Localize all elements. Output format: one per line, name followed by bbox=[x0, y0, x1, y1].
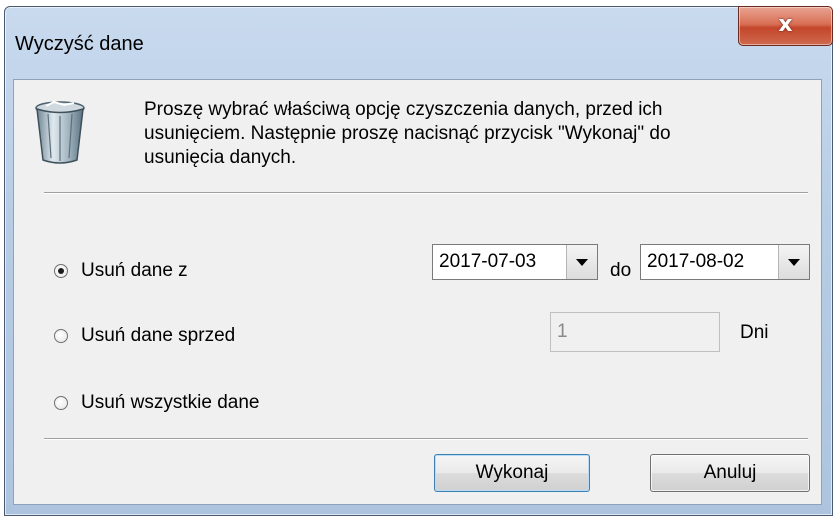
option-before-label: Usuń dane sprzed bbox=[81, 325, 236, 346]
option-all[interactable]: Usuń wszystkie dane bbox=[54, 391, 259, 415]
window-title: Wyczyść dane bbox=[15, 33, 144, 55]
days-input[interactable]: 1 bbox=[550, 312, 720, 352]
execute-button[interactable]: Wykonaj bbox=[434, 454, 590, 492]
date-from-combo[interactable]: 2017-07-03 bbox=[432, 244, 598, 280]
option-range[interactable]: Usuń dane z bbox=[54, 259, 188, 283]
radio-all[interactable] bbox=[54, 396, 68, 410]
date-from-dropdown-button[interactable] bbox=[566, 245, 597, 279]
separator-bottom bbox=[44, 438, 808, 440]
date-from-value: 2017-07-03 bbox=[439, 251, 537, 272]
chevron-down-icon bbox=[788, 258, 800, 266]
range-to-label: do bbox=[610, 260, 632, 281]
radio-range[interactable] bbox=[54, 264, 68, 278]
date-to-combo[interactable]: 2017-08-02 bbox=[640, 244, 810, 280]
recycle-bin-icon bbox=[35, 100, 85, 164]
option-all-label: Usuń wszystkie dane bbox=[81, 392, 260, 413]
radio-before[interactable] bbox=[54, 329, 68, 343]
cancel-button[interactable]: Anuluj bbox=[650, 454, 810, 492]
option-range-label: Usuń dane z bbox=[81, 260, 188, 281]
title-bar[interactable]: Wyczyść dane x bbox=[5, 6, 833, 79]
close-button[interactable]: x bbox=[738, 6, 833, 46]
close-icon: x bbox=[778, 12, 793, 37]
days-unit-label: Dni bbox=[740, 322, 769, 343]
date-to-dropdown-button[interactable] bbox=[778, 245, 809, 279]
option-before[interactable]: Usuń dane sprzed bbox=[54, 324, 235, 348]
chevron-down-icon bbox=[576, 258, 588, 266]
dialog-body: Proszę wybrać właściwą opcję czyszczenia… bbox=[13, 79, 822, 505]
instruction-text: Proszę wybrać właściwą opcję czyszczenia… bbox=[144, 99, 671, 168]
date-to-value: 2017-08-02 bbox=[647, 251, 745, 272]
separator-top bbox=[44, 192, 808, 194]
dialog-window: Wyczyść dane x Proszę wybrać właściwą op… bbox=[4, 6, 833, 516]
